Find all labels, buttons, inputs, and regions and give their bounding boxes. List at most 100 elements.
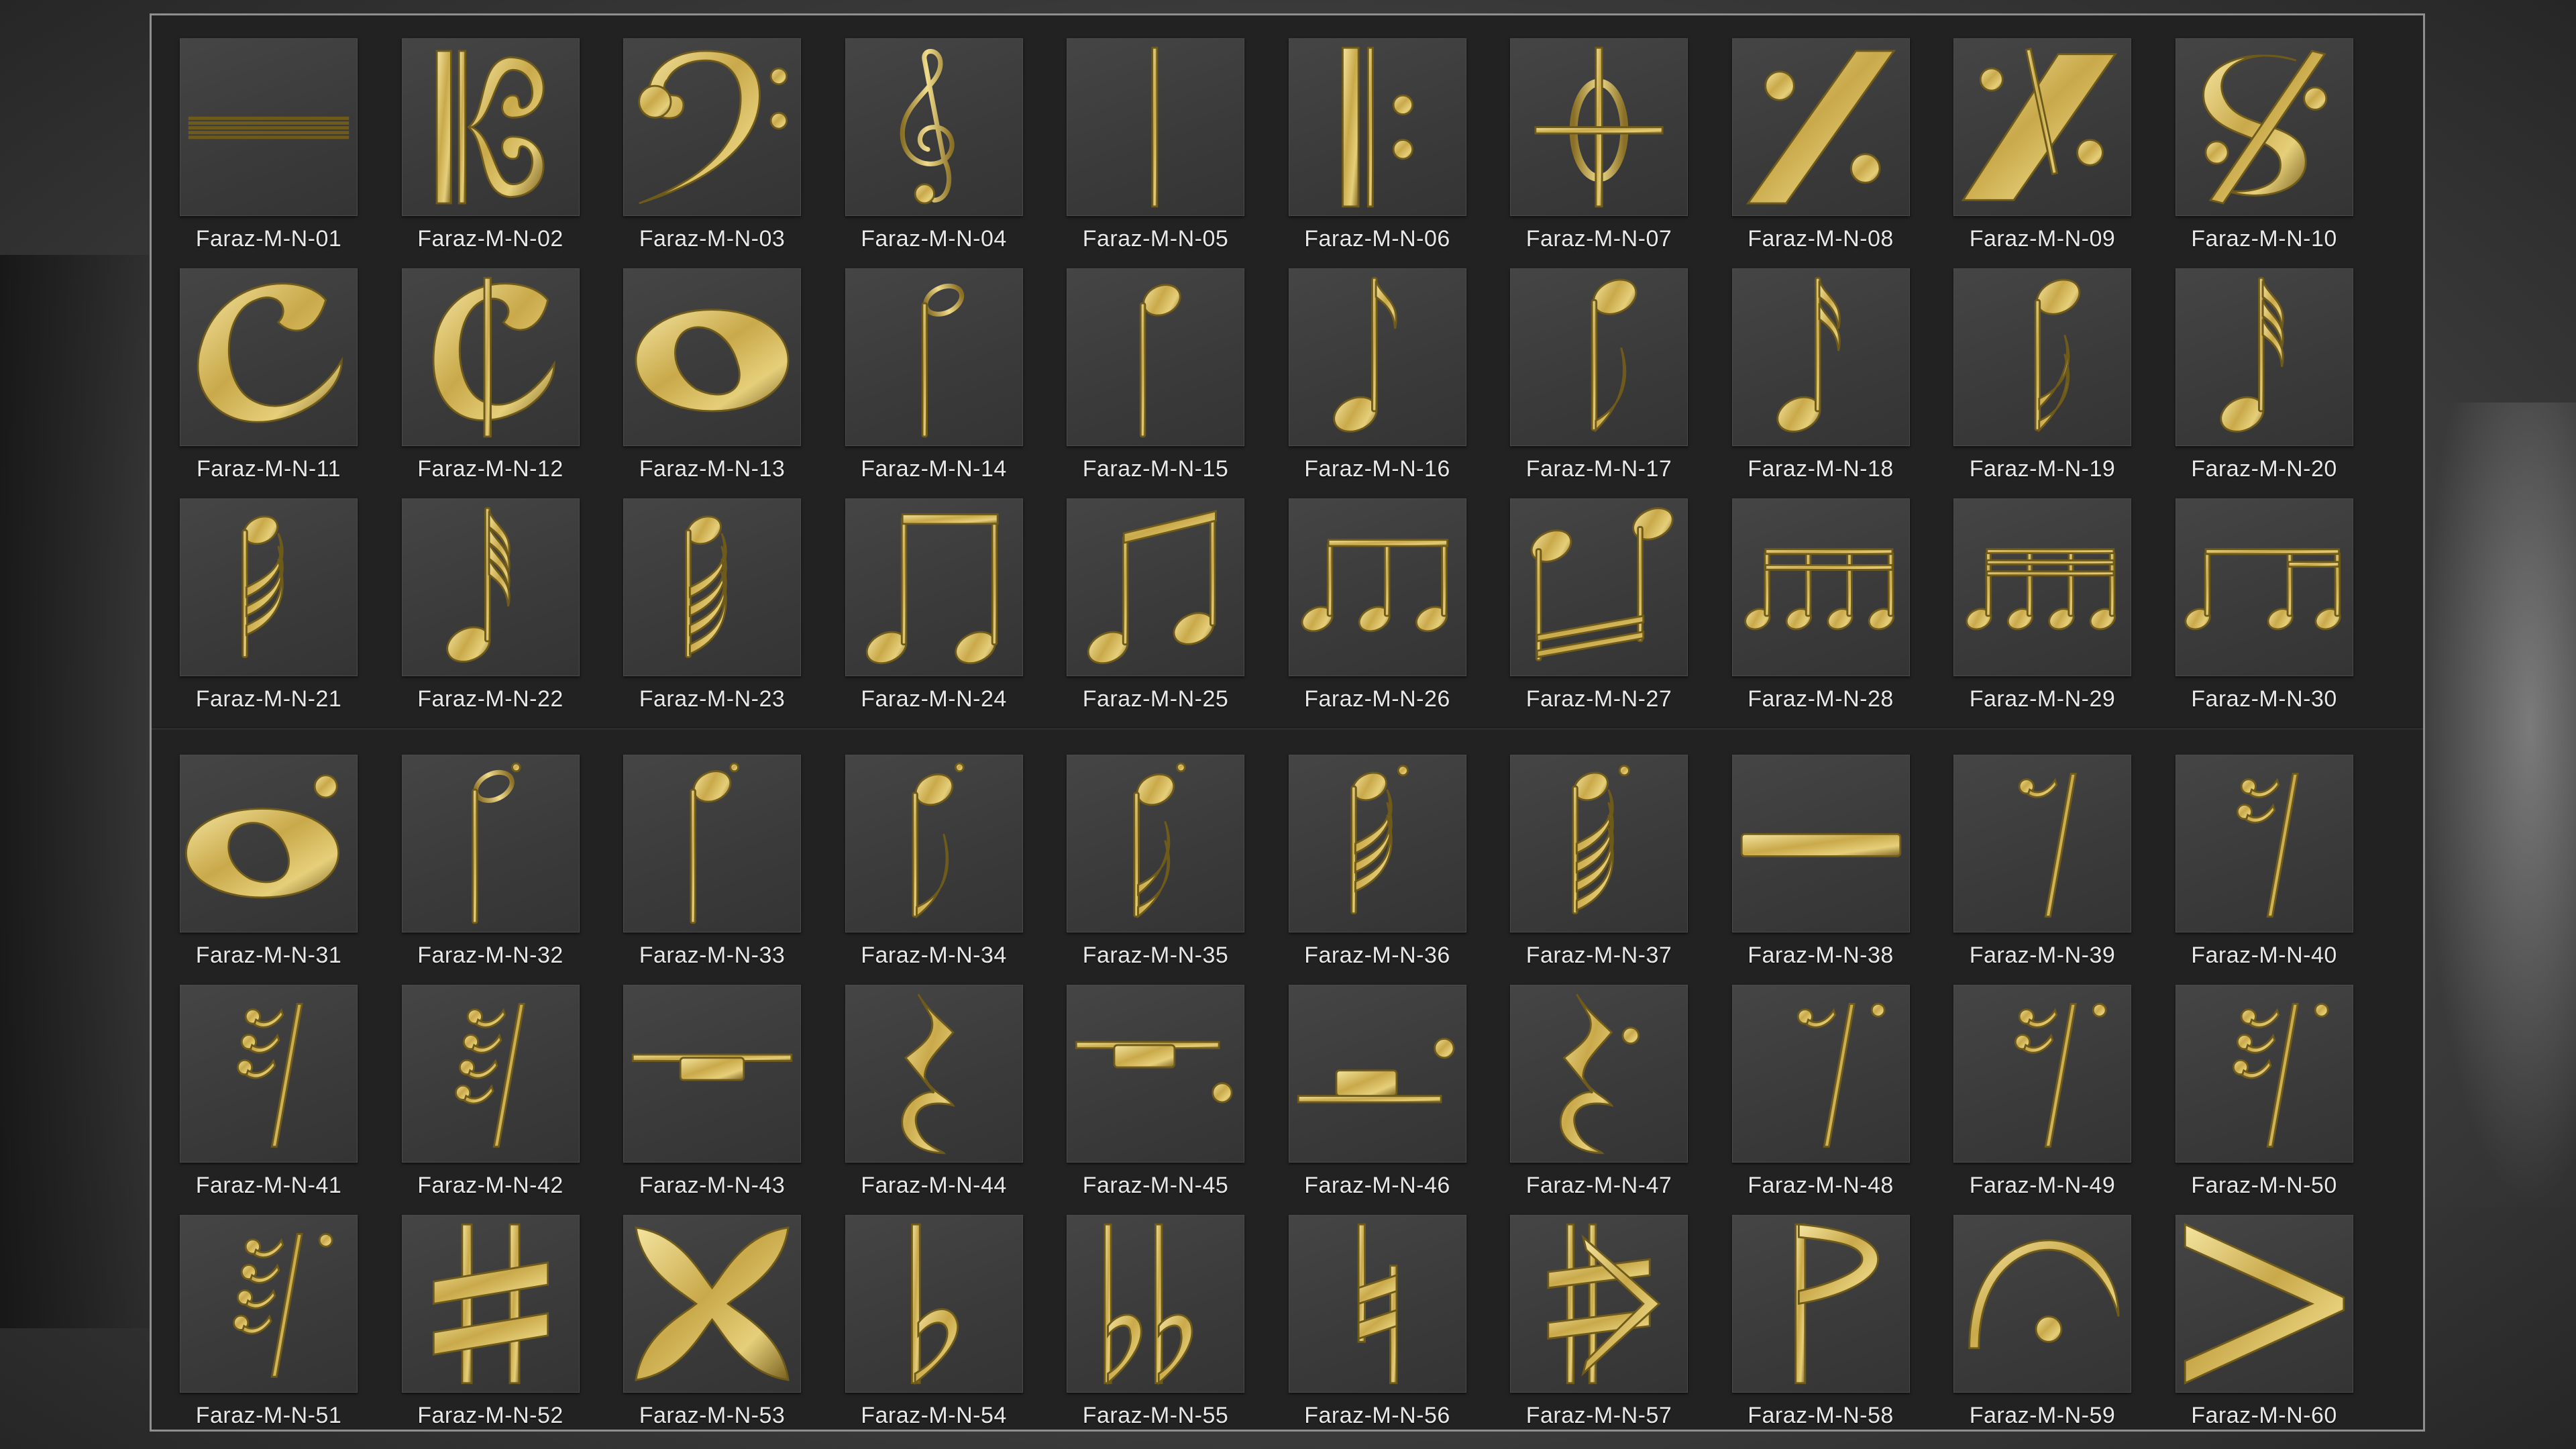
symbol-cell[interactable]: Faraz-M-N-02 (401, 38, 624, 268)
symbol-tile[interactable] (401, 1215, 580, 1393)
symbol-tile[interactable] (1067, 498, 1244, 676)
symbol-tile[interactable] (623, 498, 801, 676)
symbol-cell[interactable]: Faraz-M-N-06 (1288, 38, 1511, 268)
symbol-cell[interactable]: Faraz-M-N-10 (2175, 38, 2398, 268)
symbol-tile[interactable] (2175, 38, 2353, 216)
symbol-tile[interactable] (401, 755, 580, 932)
symbol-tile[interactable] (401, 985, 580, 1163)
symbol-cell[interactable]: Faraz-M-N-17 (1510, 268, 1732, 498)
symbol-tile[interactable] (623, 38, 801, 216)
symbol-tile[interactable] (1510, 38, 1688, 216)
symbol-cell[interactable]: Faraz-M-N-18 (1731, 268, 1954, 498)
symbol-cell[interactable]: Faraz-M-N-46 (1288, 985, 1511, 1215)
symbol-tile[interactable] (1510, 268, 1688, 446)
symbol-cell[interactable]: Faraz-M-N-13 (623, 268, 845, 498)
symbol-cell[interactable]: Faraz-M-N-54 (845, 1215, 1067, 1445)
symbol-cell[interactable]: Faraz-M-N-12 (401, 268, 624, 498)
symbol-tile[interactable] (401, 38, 580, 216)
symbol-cell[interactable]: Faraz-M-N-22 (401, 498, 624, 729)
symbol-cell[interactable]: Faraz-M-N-20 (2175, 268, 2398, 498)
symbol-tile[interactable] (180, 755, 358, 932)
symbol-cell[interactable]: Faraz-M-N-41 (180, 985, 402, 1215)
symbol-tile[interactable] (401, 268, 580, 446)
symbol-cell[interactable]: Faraz-M-N-07 (1510, 38, 1732, 268)
symbol-cell[interactable]: Faraz-M-N-44 (845, 985, 1067, 1215)
symbol-cell[interactable]: Faraz-M-N-49 (1953, 985, 2176, 1215)
symbol-cell[interactable]: Faraz-M-N-25 (1067, 498, 1289, 729)
symbol-cell[interactable]: Faraz-M-N-27 (1510, 498, 1732, 729)
symbol-tile[interactable] (1067, 268, 1244, 446)
symbol-tile[interactable] (1510, 985, 1688, 1163)
symbol-cell[interactable]: Faraz-M-N-37 (1510, 755, 1732, 985)
symbol-cell[interactable]: Faraz-M-N-08 (1731, 38, 1954, 268)
symbol-tile[interactable] (1288, 1215, 1466, 1393)
symbol-tile[interactable] (1953, 985, 2131, 1163)
symbol-tile[interactable] (1731, 498, 1910, 676)
symbol-tile[interactable] (1510, 1215, 1688, 1393)
symbol-cell[interactable]: Faraz-M-N-26 (1288, 498, 1511, 729)
symbol-cell[interactable]: Faraz-M-N-53 (623, 1215, 845, 1445)
symbol-tile[interactable] (845, 268, 1023, 446)
symbol-tile[interactable] (180, 985, 358, 1163)
symbol-tile[interactable] (1953, 268, 2131, 446)
symbol-tile[interactable] (180, 1215, 358, 1393)
symbol-cell[interactable]: Faraz-M-N-48 (1731, 985, 1954, 1215)
symbol-cell[interactable]: Faraz-M-N-03 (623, 38, 845, 268)
symbol-tile[interactable] (1731, 268, 1910, 446)
symbol-cell[interactable]: Faraz-M-N-29 (1953, 498, 2176, 729)
symbol-cell[interactable]: Faraz-M-N-34 (845, 755, 1067, 985)
symbol-cell[interactable]: Faraz-M-N-30 (2175, 498, 2398, 729)
symbol-tile[interactable] (845, 38, 1023, 216)
symbol-tile[interactable] (845, 498, 1023, 676)
symbol-cell[interactable]: Faraz-M-N-19 (1953, 268, 2176, 498)
symbol-tile[interactable] (2175, 498, 2353, 676)
symbol-cell[interactable]: Faraz-M-N-24 (845, 498, 1067, 729)
symbol-tile[interactable] (845, 1215, 1023, 1393)
symbol-tile[interactable] (180, 38, 358, 216)
symbol-tile[interactable] (623, 755, 801, 932)
symbol-tile[interactable] (623, 1215, 801, 1393)
symbol-tile[interactable] (180, 498, 358, 676)
symbol-tile[interactable] (1731, 985, 1910, 1163)
symbol-tile[interactable] (1510, 755, 1688, 932)
symbol-cell[interactable]: Faraz-M-N-40 (2175, 755, 2398, 985)
symbol-cell[interactable]: Faraz-M-N-42 (401, 985, 624, 1215)
symbol-tile[interactable] (1288, 38, 1466, 216)
symbol-tile[interactable] (2175, 1215, 2353, 1393)
symbol-cell[interactable]: Faraz-M-N-23 (623, 498, 845, 729)
symbol-cell[interactable]: Faraz-M-N-11 (180, 268, 402, 498)
symbol-cell[interactable]: Faraz-M-N-28 (1731, 498, 1954, 729)
symbol-tile[interactable] (1953, 498, 2131, 676)
symbol-cell[interactable]: Faraz-M-N-47 (1510, 985, 1732, 1215)
symbol-cell[interactable]: Faraz-M-N-52 (401, 1215, 624, 1445)
symbol-tile[interactable] (1067, 755, 1244, 932)
symbol-tile[interactable] (1288, 268, 1466, 446)
symbol-cell[interactable]: Faraz-M-N-15 (1067, 268, 1289, 498)
symbol-cell[interactable]: Faraz-M-N-31 (180, 755, 402, 985)
symbol-tile[interactable] (2175, 985, 2353, 1163)
symbol-cell[interactable]: Faraz-M-N-05 (1067, 38, 1289, 268)
symbol-tile[interactable] (1731, 38, 1910, 216)
symbol-cell[interactable]: Faraz-M-N-38 (1731, 755, 1954, 985)
symbol-tile[interactable] (1288, 755, 1466, 932)
symbol-cell[interactable]: Faraz-M-N-56 (1288, 1215, 1511, 1445)
symbol-cell[interactable]: Faraz-M-N-14 (845, 268, 1067, 498)
symbol-tile[interactable] (1953, 755, 2131, 932)
symbol-tile[interactable] (1288, 985, 1466, 1163)
symbol-tile[interactable] (1288, 498, 1466, 676)
symbol-tile[interactable] (2175, 268, 2353, 446)
symbol-cell[interactable]: Faraz-M-N-36 (1288, 755, 1511, 985)
symbol-tile[interactable] (1953, 1215, 2131, 1393)
symbol-cell[interactable]: Faraz-M-N-59 (1953, 1215, 2176, 1445)
symbol-tile[interactable] (1067, 38, 1244, 216)
symbol-cell[interactable]: Faraz-M-N-04 (845, 38, 1067, 268)
symbol-tile[interactable] (623, 985, 801, 1163)
symbol-cell[interactable]: Faraz-M-N-45 (1067, 985, 1289, 1215)
symbol-cell[interactable]: Faraz-M-N-39 (1953, 755, 2176, 985)
symbol-cell[interactable]: Faraz-M-N-32 (401, 755, 624, 985)
symbol-tile[interactable] (1953, 38, 2131, 216)
symbol-cell[interactable]: Faraz-M-N-33 (623, 755, 845, 985)
symbol-tile[interactable] (2175, 755, 2353, 932)
symbol-tile[interactable] (623, 268, 801, 446)
symbol-cell[interactable]: Faraz-M-N-43 (623, 985, 845, 1215)
